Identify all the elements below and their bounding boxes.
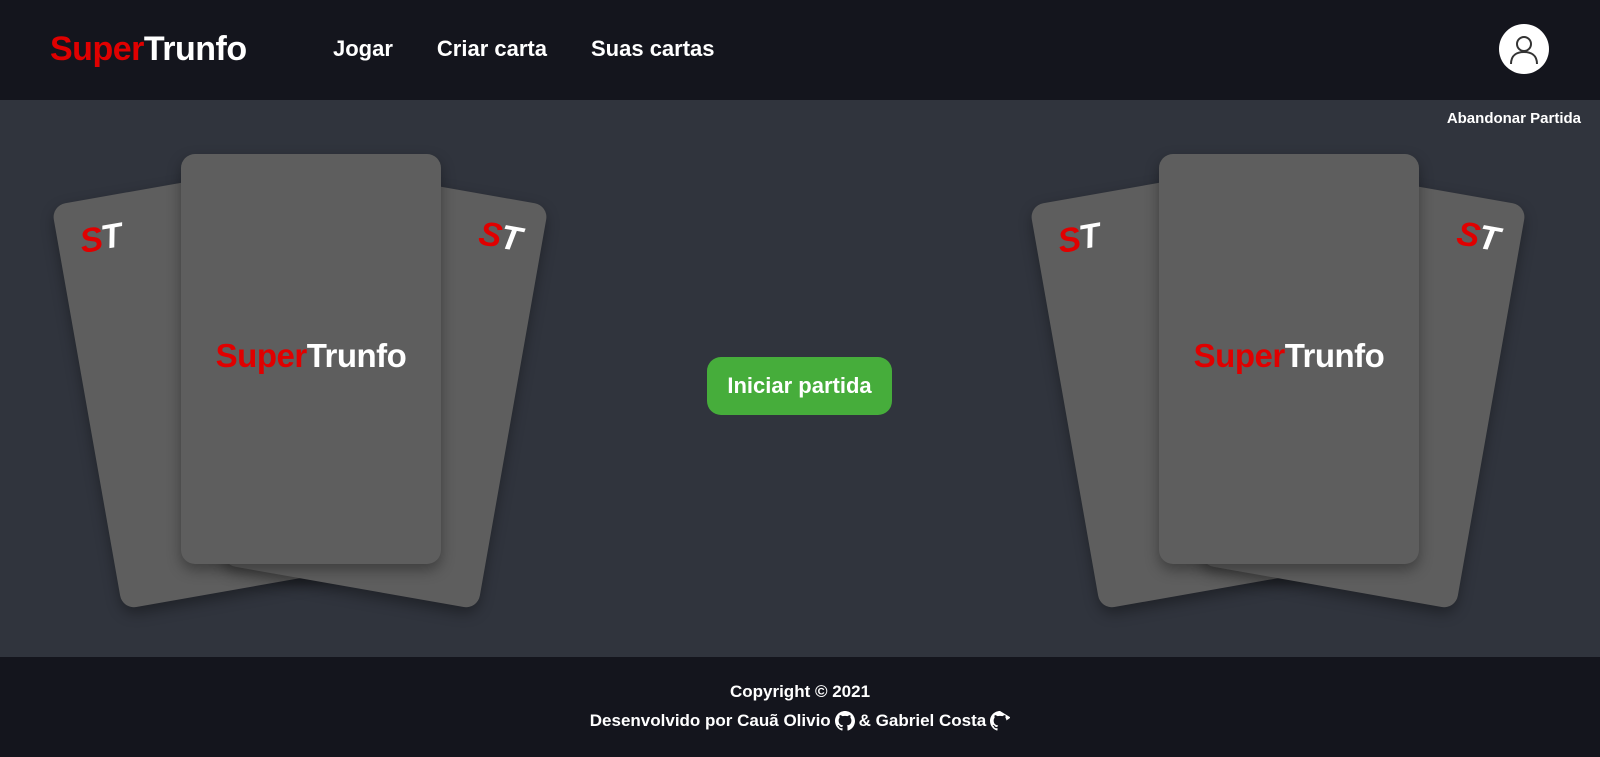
card-corner-logo: ST — [77, 216, 125, 262]
dev-credit-2: & Gabriel Costa — [858, 711, 987, 730]
card-logo-trunfo: Trunfo — [306, 337, 407, 374]
header: SuperTrunfo Jogar Criar carta Suas carta… — [0, 0, 1600, 100]
logo-super: Super — [50, 30, 144, 68]
footer: Copyright © 2021 Desenvolvido por Cauã O… — [0, 657, 1600, 757]
opponent-deck: ST ST SuperTrunfo — [1008, 140, 1568, 620]
card-corner-logo: ST — [476, 214, 523, 260]
card-corner-logo: ST — [1454, 214, 1501, 260]
main-nav: Jogar Criar carta Suas cartas — [333, 36, 715, 62]
copyright: Copyright © 2021 — [729, 682, 871, 701]
github-icon[interactable] — [834, 711, 855, 731]
logo[interactable]: SuperTrunfo — [50, 30, 247, 69]
github-icon[interactable] — [990, 711, 1011, 731]
player-deck: ST ST SuperTrunfo — [30, 140, 590, 620]
card-front[interactable]: SuperTrunfo — [1159, 154, 1419, 564]
start-match-button[interactable]: Iniciar partida — [707, 357, 892, 415]
card-logo: SuperTrunfo — [1159, 337, 1419, 375]
card-logo-super: Super — [215, 337, 308, 374]
dev-credit-1: Desenvolvido por Cauã Olivio — [589, 711, 831, 730]
game-area: Abandonar Partida ST ST SuperTrunfo Inic… — [0, 100, 1600, 657]
avatar[interactable] — [1499, 24, 1549, 74]
user-icon — [1510, 36, 1538, 65]
card-front[interactable]: SuperTrunfo — [181, 154, 441, 564]
card-corner-logo: ST — [1055, 216, 1103, 262]
logo-trunfo: Trunfo — [143, 30, 247, 68]
card-logo-trunfo: Trunfo — [1284, 337, 1385, 374]
nav-suas-cartas[interactable]: Suas cartas — [591, 36, 715, 62]
card-logo: SuperTrunfo — [181, 337, 441, 375]
nav-criar-carta[interactable]: Criar carta — [437, 36, 547, 62]
nav-jogar[interactable]: Jogar — [333, 36, 393, 62]
abandon-match-button[interactable]: Abandonar Partida — [1447, 110, 1581, 127]
card-logo-super: Super — [1193, 337, 1286, 374]
developers-credit: Desenvolvido por Cauã Olivio & Gabriel C… — [0, 711, 1600, 731]
